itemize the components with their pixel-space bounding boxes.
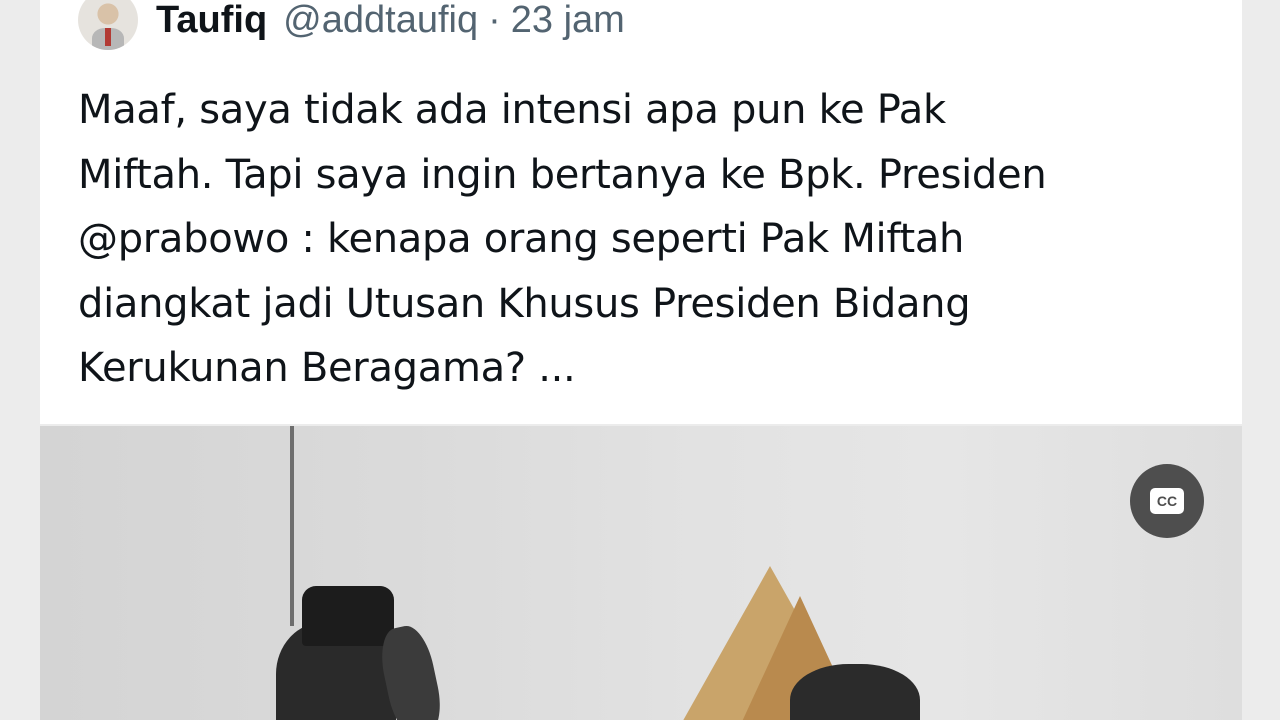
video-person bbox=[790, 664, 920, 720]
author-name[interactable]: Taufiq bbox=[156, 0, 267, 42]
tweet-card[interactable]: Taufiq @addtaufiq · 23 jam Maaf, saya ti… bbox=[40, 0, 1242, 424]
captions-button[interactable]: CC bbox=[1130, 464, 1204, 538]
tweet-header: Taufiq @addtaufiq · 23 jam bbox=[78, 0, 625, 50]
avatar[interactable] bbox=[78, 0, 138, 50]
tweet-text-line: Miftah. Tapi saya ingin bertanya ke Bpk.… bbox=[78, 151, 1047, 198]
author-handle[interactable]: @addtaufiq bbox=[283, 0, 478, 42]
video-person-cap bbox=[302, 586, 394, 646]
screenshot-frame: Taufiq @addtaufiq · 23 jam Maaf, saya ti… bbox=[0, 0, 1280, 720]
video-pole bbox=[290, 426, 294, 626]
tweet-video[interactable]: CC bbox=[40, 426, 1242, 720]
tweet-text-line: @prabowo : kenapa orang seperti Pak Mift… bbox=[78, 216, 965, 262]
tweet-text: Maaf, saya tidak ada intensi apa pun ke … bbox=[78, 78, 1228, 401]
closed-captions-icon: CC bbox=[1150, 488, 1184, 514]
avatar-tie bbox=[105, 28, 111, 46]
meta-separator: · bbox=[488, 0, 501, 41]
tweet-text-line: Maaf, saya tidak ada intensi apa pun ke … bbox=[78, 87, 946, 133]
tweet-text-line: diangkat jadi Utusan Khusus Presiden Bid… bbox=[78, 280, 971, 327]
tweet-text-line: Kerukunan Beragama? ... bbox=[78, 345, 576, 391]
tweet-timestamp[interactable]: 23 jam bbox=[511, 0, 625, 42]
